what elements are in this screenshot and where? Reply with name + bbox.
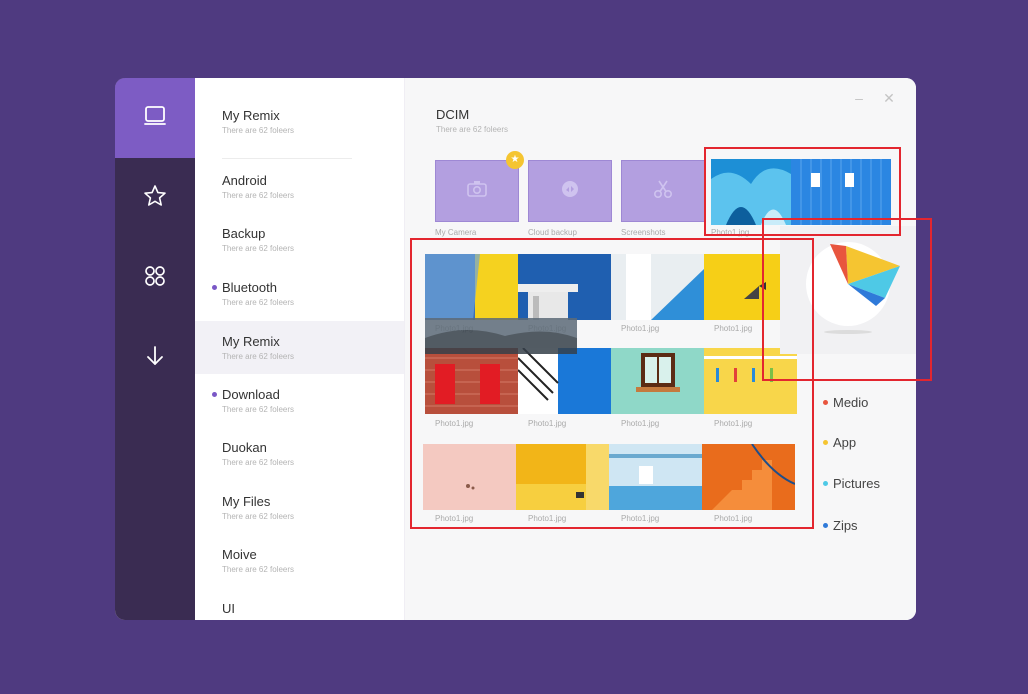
- legend-label: Zips: [833, 518, 858, 533]
- divider: [222, 158, 352, 159]
- close-button[interactable]: ✕: [881, 90, 897, 106]
- folder-count: There are 62 foleers: [222, 352, 295, 361]
- page-title: DCIM: [436, 107, 470, 122]
- cloud-backup-icon: [559, 178, 581, 205]
- folder-name: Android: [222, 173, 267, 188]
- folder-name: My Remix: [222, 334, 280, 349]
- album-my-camera[interactable]: [435, 160, 519, 222]
- folder-name: Backup: [222, 226, 266, 241]
- folder-count: There are 62 foleers: [222, 405, 295, 414]
- status-dot: [212, 285, 217, 290]
- rail-item-downloads[interactable]: [115, 318, 195, 398]
- album-screenshots[interactable]: [621, 160, 705, 222]
- sidebar-rail: [115, 78, 195, 620]
- folder-name: Duokan: [222, 440, 267, 455]
- download-arrow-icon: [141, 342, 169, 375]
- selection-box: [410, 238, 814, 529]
- page-subtitle: There are 62 foleers: [436, 125, 509, 134]
- legend-item: Zips: [823, 518, 858, 533]
- camera-icon: [466, 178, 488, 205]
- legend-dot: [823, 481, 828, 486]
- folder-count: There are 62 foleers: [222, 512, 295, 521]
- folder-item[interactable]: My Files There are 62 foleers: [195, 485, 404, 538]
- album-label: My Camera: [435, 228, 477, 237]
- folder-item[interactable]: Backup There are 62 foleers: [195, 217, 404, 270]
- favorite-star-icon: ★: [506, 151, 524, 169]
- folder-item[interactable]: Android There are 62 foleers: [195, 164, 404, 217]
- legend-dot: [823, 400, 828, 405]
- album-label: Screenshots: [621, 228, 666, 237]
- legend-label: Pictures: [833, 476, 880, 491]
- folder-count: There are 62 foleers: [222, 191, 295, 200]
- folder-name: UI: [222, 601, 235, 616]
- legend-dot: [823, 523, 828, 528]
- laptop-icon: [141, 102, 169, 135]
- folder-item[interactable]: Duokan There are 62 foleers: [195, 431, 404, 484]
- folder-name: Bluetooth: [222, 280, 277, 295]
- legend-item: App: [823, 435, 856, 450]
- legend-label: Medio: [833, 395, 869, 410]
- legend-item: Medio: [823, 395, 868, 410]
- folder-count: There are 62 foleers: [222, 458, 295, 467]
- apps-grid-icon: [141, 262, 169, 295]
- folder-name: My Files: [222, 494, 271, 509]
- folder-item[interactable]: Bluetooth There are 62 foleers: [195, 271, 404, 324]
- star-icon: [141, 182, 169, 215]
- folder-count: There are 62 foleers: [222, 565, 295, 574]
- scissors-icon: [652, 178, 674, 205]
- folder-item[interactable]: My Remix There are 62 foleers: [195, 99, 404, 152]
- folder-count: There are 62 foleers: [222, 126, 295, 135]
- status-dot: [212, 392, 217, 397]
- legend-dot: [823, 440, 828, 445]
- legend-label: App: [833, 435, 857, 450]
- legend-item: Pictures: [823, 476, 880, 491]
- folder-count: There are 62 foleers: [222, 298, 295, 307]
- folder-name: Moive: [222, 547, 257, 562]
- album-label: Cloud backup: [528, 228, 577, 237]
- album-cloud-backup[interactable]: [528, 160, 612, 222]
- minimize-button[interactable]: –: [851, 90, 867, 106]
- folder-item-selected[interactable]: My Remix There are 62 foleers: [195, 321, 404, 374]
- folder-name: My Remix: [222, 108, 280, 123]
- rail-item-devices[interactable]: [115, 78, 195, 158]
- rail-item-favorites[interactable]: [115, 158, 195, 238]
- folder-name: Download: [222, 387, 280, 402]
- rail-item-apps[interactable]: [115, 238, 195, 318]
- folder-list: My Remix There are 62 foleers Android Th…: [195, 78, 405, 620]
- folder-count: There are 62 foleers: [222, 244, 295, 253]
- selection-box: [762, 218, 932, 381]
- folder-item[interactable]: Download There are 62 foleers: [195, 378, 404, 431]
- folder-item[interactable]: UI: [195, 592, 404, 620]
- folder-item[interactable]: Moive There are 62 foleers: [195, 538, 404, 591]
